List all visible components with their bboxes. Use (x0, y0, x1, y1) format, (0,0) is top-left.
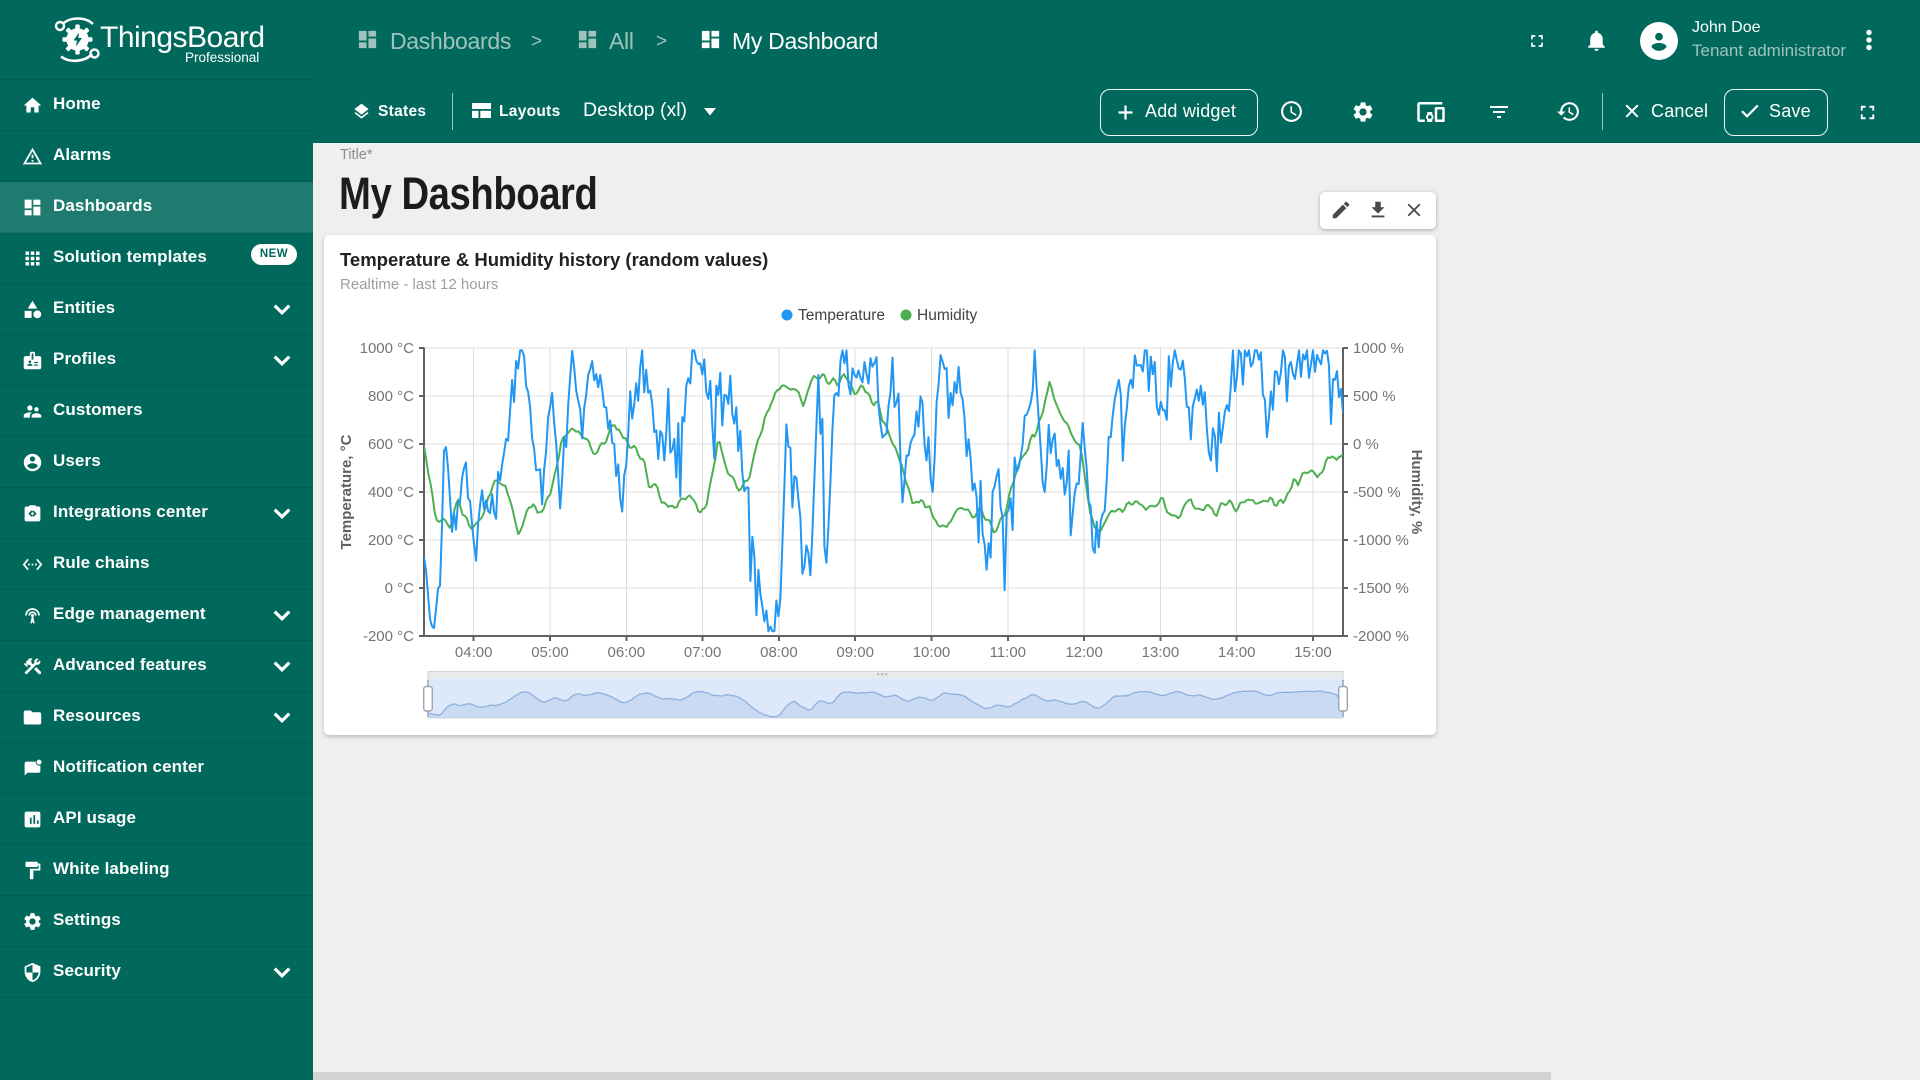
svg-text:400 °C: 400 °C (368, 484, 414, 501)
svg-text:0 %: 0 % (1353, 436, 1379, 453)
svg-text:Temperature: Temperature (798, 307, 885, 324)
svg-text:15:00: 15:00 (1294, 644, 1332, 661)
svg-text:Humidity: Humidity (917, 307, 978, 324)
svg-text:Temperature, °C: Temperature, °C (338, 434, 355, 549)
svg-text:11:00: 11:00 (990, 644, 1026, 661)
svg-text:12:00: 12:00 (1065, 644, 1103, 661)
svg-text:0 °C: 0 °C (385, 580, 415, 597)
svg-text:05:00: 05:00 (531, 644, 569, 661)
svg-text:07:00: 07:00 (684, 644, 722, 661)
svg-text:-2000 %: -2000 % (1353, 628, 1409, 645)
svg-text:-1000 %: -1000 % (1353, 532, 1409, 549)
svg-text:-200 °C: -200 °C (363, 628, 414, 645)
svg-text:500 %: 500 % (1353, 388, 1396, 405)
svg-text:200 °C: 200 °C (368, 532, 414, 549)
svg-text:08:00: 08:00 (760, 644, 798, 661)
svg-text:06:00: 06:00 (608, 644, 646, 661)
svg-text:09:00: 09:00 (836, 644, 874, 661)
svg-text:-500 %: -500 % (1353, 484, 1401, 501)
svg-text:600 °C: 600 °C (368, 436, 414, 453)
svg-text:13:00: 13:00 (1142, 644, 1180, 661)
svg-text:-1500 %: -1500 % (1353, 580, 1409, 597)
svg-text:14:00: 14:00 (1218, 644, 1256, 661)
svg-text:04:00: 04:00 (455, 644, 493, 661)
svg-text:1000 %: 1000 % (1353, 340, 1404, 357)
svg-text:1000 °C: 1000 °C (360, 340, 415, 357)
svg-text:800 °C: 800 °C (368, 388, 414, 405)
svg-text:Humidity, %: Humidity, % (1408, 450, 1425, 535)
svg-text:10:00: 10:00 (913, 644, 951, 661)
